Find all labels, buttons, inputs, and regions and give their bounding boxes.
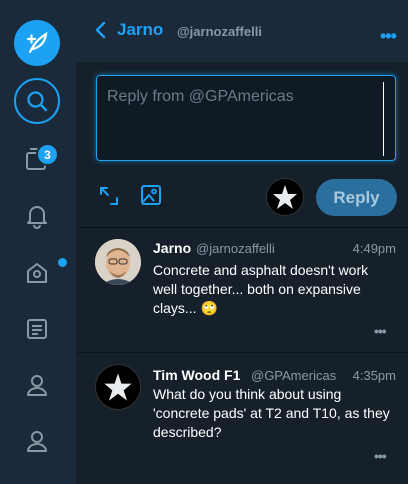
user-icon xyxy=(27,431,47,452)
home-icon xyxy=(27,263,47,283)
reply-input[interactable] xyxy=(97,76,395,160)
tweet-timestamp[interactable]: 4:35pm xyxy=(353,368,396,383)
tweet-text: What do you think about using 'concrete … xyxy=(153,386,390,440)
sidebar-item-account[interactable] xyxy=(14,418,60,464)
star-logo-icon xyxy=(104,373,132,401)
image-icon xyxy=(141,185,161,205)
search-icon xyxy=(27,91,48,112)
conversation-header: Jarno @jarnozaffelli ••• xyxy=(76,0,408,62)
search-button[interactable] xyxy=(14,78,60,124)
tweet-author-handle[interactable]: @GPAmericas xyxy=(251,368,336,383)
expand-button[interactable] xyxy=(98,185,120,212)
text-caret xyxy=(383,82,384,156)
header-name[interactable]: Jarno xyxy=(117,20,163,40)
unread-dot xyxy=(58,258,67,267)
list-icon xyxy=(27,319,47,339)
tweet-more-button[interactable]: ••• xyxy=(374,448,387,464)
tweet-author-name[interactable]: Tim Wood F1 xyxy=(153,367,240,383)
sidebar-item-home[interactable] xyxy=(14,250,60,296)
compose-button[interactable] xyxy=(14,20,60,66)
reply-box xyxy=(96,75,396,161)
header-handle: @jarnozaffelli xyxy=(177,24,262,39)
tweet-author-name[interactable]: Jarno xyxy=(153,240,191,256)
chevron-left-icon xyxy=(95,21,106,39)
user-icon xyxy=(27,375,47,396)
user-photo-icon xyxy=(95,239,141,285)
add-image-button[interactable] xyxy=(140,184,162,211)
compose-feather-icon xyxy=(26,31,48,54)
tweet-timestamp[interactable]: 4:49pm xyxy=(353,241,396,256)
avatar[interactable] xyxy=(95,239,141,285)
more-options-button[interactable]: ••• xyxy=(380,26,397,47)
star-logo-icon xyxy=(273,185,297,209)
sidebar-item-notifications[interactable] xyxy=(14,193,60,239)
tweet-item[interactable]: Tim Wood F1 @GPAmericas 4:35pm What do y… xyxy=(76,353,408,484)
tweet-text: Concrete and asphalt doesn't work well t… xyxy=(153,262,369,316)
sidebar: 3 xyxy=(0,0,76,484)
expand-icon xyxy=(100,187,118,205)
bell-icon xyxy=(27,206,47,229)
back-button[interactable] xyxy=(94,20,108,45)
account-avatar[interactable] xyxy=(266,178,304,216)
tweet-item[interactable]: Jarno @jarnozaffelli 4:49pm Concrete and… xyxy=(76,228,408,352)
messages-badge: 3 xyxy=(36,143,59,166)
avatar[interactable] xyxy=(95,364,141,410)
tweet-author-handle[interactable]: @jarnozaffelli xyxy=(196,241,275,256)
sidebar-item-profile[interactable] xyxy=(14,362,60,408)
conversation-panel: Jarno @jarnozaffelli ••• Reply from @GPA… xyxy=(76,0,408,484)
sidebar-item-lists[interactable] xyxy=(14,306,60,352)
tweet-more-button[interactable]: ••• xyxy=(374,323,387,339)
reply-button[interactable]: Reply xyxy=(316,179,397,216)
